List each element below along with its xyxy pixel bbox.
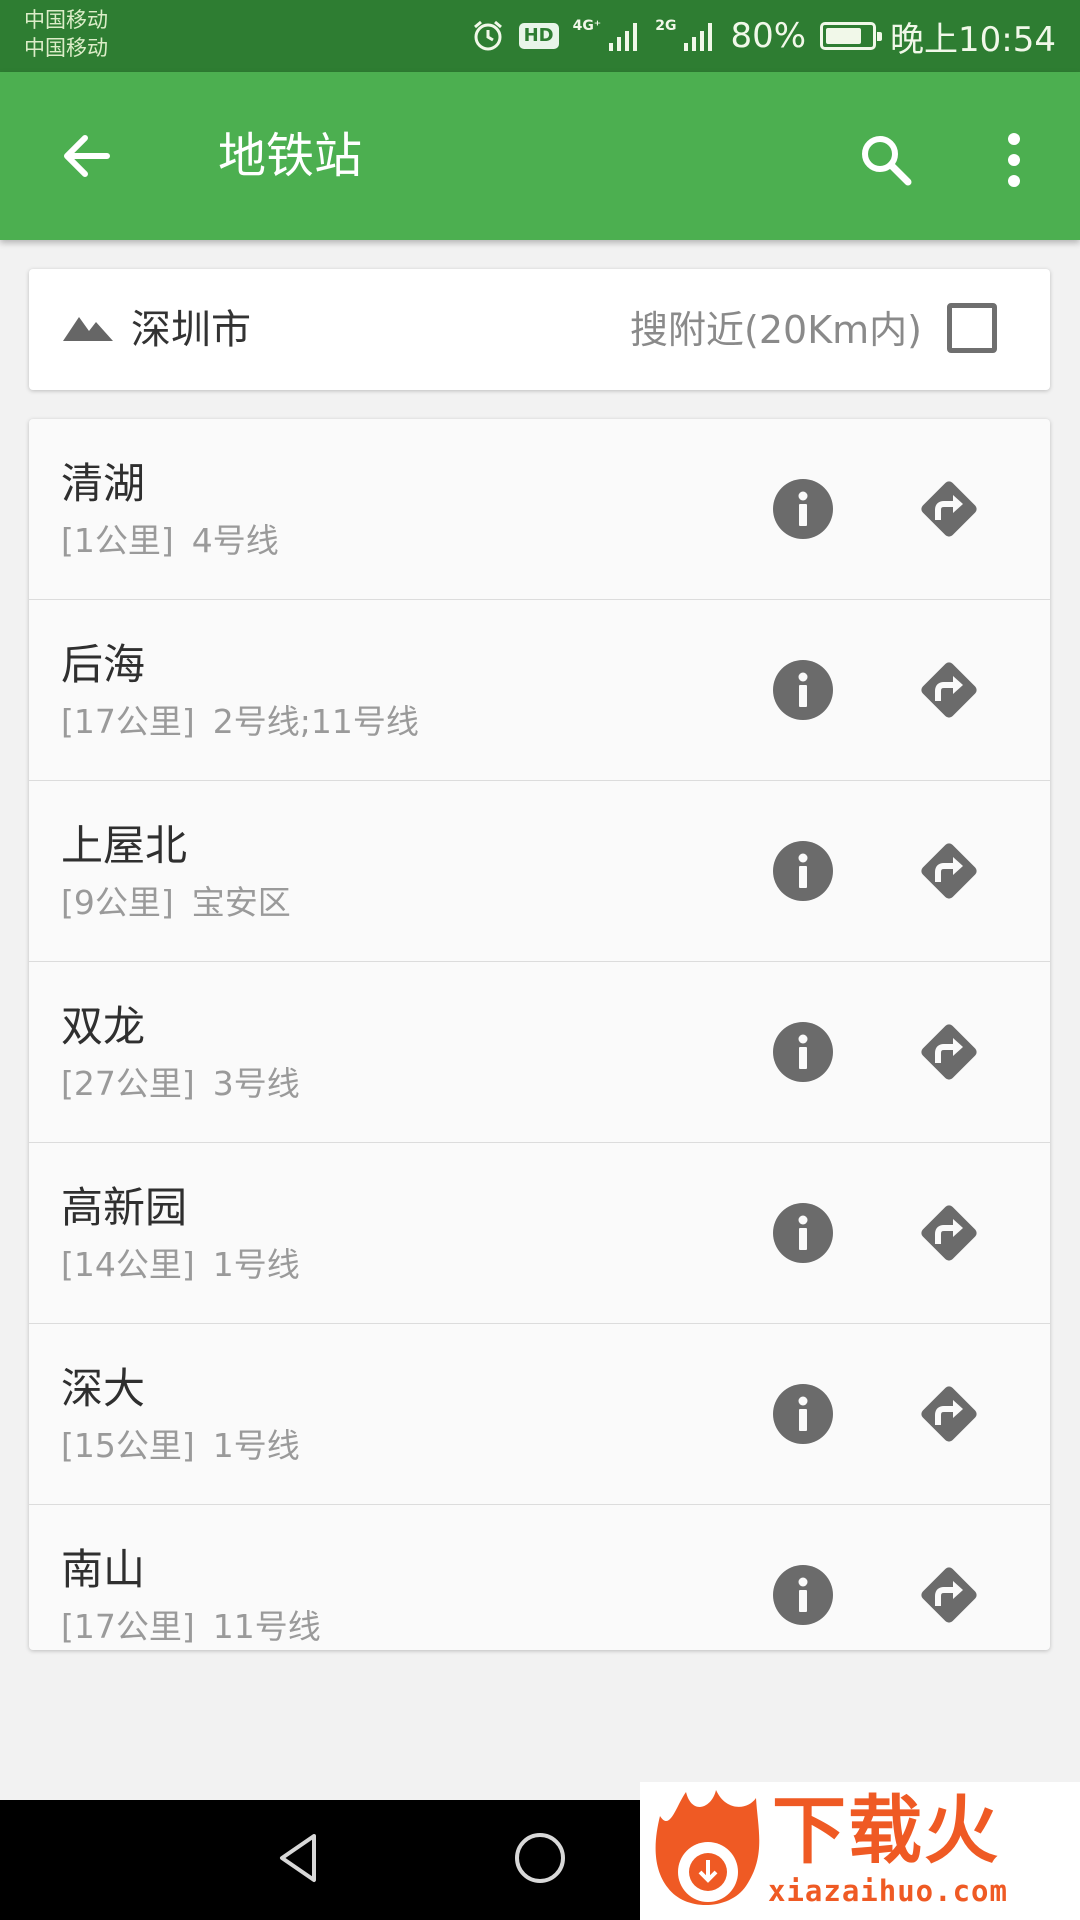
- station-row[interactable]: 高新园 [14公里] 1号线: [29, 1143, 1050, 1324]
- info-icon: [773, 1022, 833, 1086]
- info-button[interactable]: [773, 479, 833, 539]
- watermark-title: 下载火: [772, 1788, 1000, 1874]
- nearby-search-label: 搜附近(20Km内): [630, 308, 922, 352]
- station-distance: [15公里]: [61, 1426, 195, 1465]
- net-2-label: 2G: [655, 18, 677, 34]
- clock: 晚上10:54: [890, 19, 1056, 60]
- nav-back-triangle-icon[interactable]: [270, 1828, 330, 1892]
- info-button[interactable]: [773, 1565, 833, 1625]
- info-button[interactable]: [773, 660, 833, 720]
- directions-icon: [916, 843, 982, 908]
- station-lines: 1号线: [212, 1426, 300, 1465]
- battery-fill: [826, 28, 862, 44]
- station-details: [1公里] 4号线: [61, 519, 279, 563]
- station-row[interactable]: 上屋北 [9公里] 宝安区: [29, 781, 1050, 962]
- info-icon: [773, 1565, 833, 1629]
- station-details: [27公里] 3号线: [61, 1062, 300, 1106]
- station-distance: [17公里]: [61, 1607, 195, 1646]
- alarm-icon: [471, 19, 505, 53]
- city-selector[interactable]: 深圳市: [131, 305, 251, 355]
- info-icon: [773, 1203, 833, 1267]
- info-icon: [773, 1384, 833, 1448]
- station-name: 南山: [61, 1545, 146, 1594]
- station-distance: [14公里]: [61, 1245, 195, 1284]
- station-lines: 2号线;11号线: [212, 702, 419, 741]
- more-vert-icon: [1008, 133, 1020, 187]
- status-icons: HD 4G⁺ 2G 80% 晚上10:54: [471, 0, 1056, 72]
- station-row[interactable]: 南山 [17公里] 11号线: [29, 1505, 1050, 1650]
- signal-4g-icon: [607, 19, 641, 53]
- app-bar: 地铁站: [0, 72, 1080, 240]
- directions-button[interactable]: [916, 1562, 982, 1628]
- directions-button[interactable]: [916, 476, 982, 542]
- directions-icon: [916, 1567, 982, 1632]
- directions-button[interactable]: [916, 657, 982, 723]
- region-filter-card: 深圳市 搜附近(20Km内): [29, 269, 1050, 390]
- station-distance: [9公里]: [61, 883, 174, 922]
- station-details: [9公里] 宝安区: [61, 881, 291, 925]
- directions-icon: [916, 1386, 982, 1451]
- directions-icon: [916, 1024, 982, 1089]
- net-1-label: 4G⁺: [572, 18, 602, 34]
- station-lines: 1号线: [212, 1245, 300, 1284]
- station-lines: 3号线: [212, 1064, 300, 1103]
- info-button[interactable]: [773, 1384, 833, 1444]
- signal-2g-icon: [682, 19, 716, 53]
- station-row[interactable]: 深大 [15公里] 1号线: [29, 1324, 1050, 1505]
- station-distance: [17公里]: [61, 702, 195, 741]
- hd-icon: HD: [518, 23, 559, 49]
- station-list: 清湖 [1公里] 4号线后海 [17公里] 2号线;11号线上屋北 [9公里] 宝安区双龙 […: [29, 419, 1050, 1650]
- watermark: 下载火 xiazaihuo.com: [640, 1782, 1080, 1920]
- station-name: 高新园: [61, 1183, 188, 1232]
- station-name: 后海: [61, 640, 146, 689]
- station-name: 双龙: [61, 1002, 146, 1051]
- station-lines: 4号线: [191, 521, 279, 560]
- directions-button[interactable]: [916, 1200, 982, 1266]
- battery-percent: 80%: [730, 16, 807, 56]
- info-button[interactable]: [773, 841, 833, 901]
- station-lines: 11号线: [212, 1607, 321, 1646]
- station-name: 清湖: [61, 459, 146, 508]
- station-row[interactable]: 双龙 [27公里] 3号线: [29, 962, 1050, 1143]
- station-row[interactable]: 清湖 [1公里] 4号线: [29, 419, 1050, 600]
- directions-icon: [916, 1205, 982, 1270]
- info-button[interactable]: [773, 1203, 833, 1263]
- info-icon: [773, 660, 833, 724]
- directions-button[interactable]: [916, 1019, 982, 1085]
- more-options-button[interactable]: [974, 120, 1054, 200]
- battery-icon: [820, 22, 883, 50]
- terrain-icon: [63, 311, 115, 347]
- arrow-left-icon: [64, 135, 110, 177]
- directions-icon: [916, 481, 982, 546]
- page-title: 地铁站: [218, 128, 363, 184]
- directions-button[interactable]: [916, 1381, 982, 1447]
- carrier-1: 中国移动: [24, 8, 108, 32]
- station-row[interactable]: 后海 [17公里] 2号线;11号线: [29, 600, 1050, 781]
- station-details: [14公里] 1号线: [61, 1243, 300, 1287]
- info-icon: [773, 479, 833, 543]
- station-details: [15公里] 1号线: [61, 1424, 300, 1468]
- directions-button[interactable]: [916, 838, 982, 904]
- station-distance: [1公里]: [61, 521, 174, 560]
- station-name: 深大: [61, 1364, 146, 1413]
- carrier-labels: 中国移动 中国移动: [24, 6, 108, 62]
- station-name: 上屋北: [61, 821, 188, 870]
- search-icon: [862, 136, 912, 186]
- nearby-checkbox[interactable]: [947, 303, 997, 353]
- search-button[interactable]: [846, 120, 926, 200]
- status-bar: 中国移动 中国移动 HD 4G⁺ 2G 80% 晚上10:54: [0, 0, 1080, 72]
- station-lines: 宝安区: [191, 883, 291, 922]
- carrier-2: 中国移动: [24, 36, 108, 60]
- watermark-url: xiazaihuo.com: [768, 1874, 1008, 1908]
- flame-logo-icon: [646, 1786, 770, 1920]
- station-details: [17公里] 2号线;11号线: [61, 700, 419, 744]
- info-icon: [773, 841, 833, 905]
- back-button[interactable]: [46, 116, 126, 196]
- nav-home-circle-icon[interactable]: [510, 1828, 570, 1892]
- directions-icon: [916, 662, 982, 727]
- station-distance: [27公里]: [61, 1064, 195, 1103]
- info-button[interactable]: [773, 1022, 833, 1082]
- station-details: [17公里] 11号线: [61, 1605, 321, 1649]
